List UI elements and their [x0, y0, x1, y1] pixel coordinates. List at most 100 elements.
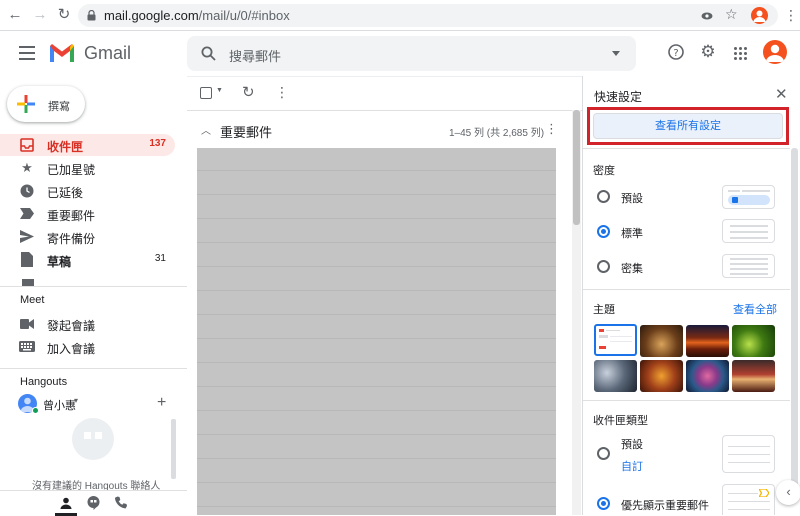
online-status-dot [32, 407, 39, 414]
theme-canyon-tile[interactable] [732, 360, 775, 392]
contacts-person-icon[interactable] [60, 497, 72, 509]
hangouts-chat-icon[interactable] [87, 496, 100, 510]
profile-avatar[interactable] [751, 7, 768, 24]
apps-grid-icon[interactable] [734, 47, 747, 60]
theme-autumn-tile[interactable] [640, 360, 683, 392]
sidebar-item-inbox[interactable]: 收件匣 137 [0, 134, 175, 156]
back-icon[interactable]: ← [6, 6, 24, 24]
theme-leaf-tile[interactable] [732, 325, 775, 357]
inbox-important-first-radio[interactable] [597, 497, 610, 510]
gmail-logo-icon[interactable] [48, 43, 76, 64]
important-marker-icon [759, 489, 769, 497]
hangouts-user-name[interactable]: 曾小惠 [43, 397, 76, 413]
hangouts-divider [0, 368, 187, 369]
theme-chess-tile[interactable] [640, 325, 683, 357]
compose-button[interactable]: 撰寫 [7, 86, 85, 122]
meet-join-meeting[interactable]: 加入會議 [0, 336, 175, 358]
theme-title: 主題 [593, 304, 615, 316]
important-section-header[interactable]: ︿ 重要郵件 1–45 列 (共 2,685 列) ⋮ [187, 116, 582, 144]
select-dropdown-icon[interactable]: ▼ [216, 87, 223, 94]
main-content: ▼ ↻ ⋮ ︿ 重要郵件 1–45 列 (共 2,685 列) ⋮ [187, 76, 582, 515]
search-icon[interactable] [201, 46, 216, 61]
more-labels-icon[interactable] [20, 279, 35, 286]
email-list-obscured[interactable] [197, 148, 556, 515]
quick-settings-scrollbar[interactable] [790, 148, 799, 515]
sidebar-item-label: 已延後 [47, 186, 84, 200]
meet-new-meeting[interactable]: 發起會議 [0, 313, 175, 335]
density-compact-preview[interactable] [722, 254, 775, 278]
inbox-default-label: 預設 [621, 439, 643, 451]
bookmark-star-icon[interactable]: ☆ [725, 6, 738, 23]
inbox-important-preview[interactable] [722, 484, 775, 515]
density-default-preview[interactable] [722, 185, 775, 209]
gmail-header: Gmail 搜尋郵件 ? ⚙ [0, 31, 800, 76]
meet-item-label: 發起會議 [47, 319, 96, 333]
browser-menu-icon[interactable]: ⋮ [782, 6, 800, 24]
theme-bubbles-tile[interactable] [594, 360, 637, 392]
inbox-customize-link[interactable]: 自訂 [621, 458, 643, 474]
settings-gear-icon[interactable]: ⚙ [697, 41, 719, 63]
search-options-icon[interactable] [612, 51, 620, 56]
sidebar-item-snoozed[interactable]: 已延後 [0, 180, 175, 202]
sidebar-item-sent[interactable]: 寄件備份 [0, 226, 175, 248]
compose-plus-icon [17, 95, 35, 113]
density-default-radio[interactable] [597, 190, 610, 203]
theme-default-tile[interactable] [594, 324, 637, 356]
more-actions-icon[interactable]: ⋮ [275, 84, 289, 101]
sidebar-item-label: 草稿 [47, 255, 72, 269]
sidebar-item-starred[interactable]: ★ 已加星號 [0, 157, 175, 179]
sidebar-scrollbar[interactable] [171, 419, 176, 479]
address-bar[interactable]: mail.google.com/mail/u/0/#inbox ☆ [78, 4, 778, 27]
list-toolbar: ▼ ↻ ⋮ [187, 76, 582, 110]
reload-icon[interactable]: ↻ [55, 6, 73, 24]
account-avatar[interactable] [763, 40, 787, 64]
scroll-thumb[interactable] [791, 148, 798, 488]
sidebar-item-important[interactable]: 重要郵件 [0, 203, 175, 225]
annotation-highlight-box [587, 107, 789, 145]
add-contact-icon[interactable]: + [157, 394, 166, 412]
inbox-default-radio[interactable] [597, 447, 610, 460]
collapse-chevron-icon[interactable]: ︿ [201, 122, 211, 137]
section-menu-icon[interactable]: ⋮ [545, 121, 558, 137]
density-standard-preview[interactable] [722, 219, 775, 243]
send-icon [20, 230, 34, 243]
search-bar[interactable]: 搜尋郵件 [187, 36, 636, 71]
help-icon[interactable]: ? [665, 41, 687, 63]
main-menu-icon[interactable] [19, 46, 35, 60]
sidebar-item-label: 寄件備份 [47, 232, 96, 246]
quick-settings-panel: 快速設定 ✕ 查看所有設定 密度 預設 標準 密集 主題 查看全部 收件匣類型 … [582, 76, 800, 515]
scroll-thumb[interactable] [573, 110, 580, 225]
hangouts-quote-icon [72, 418, 114, 460]
url-text: mail.google.com/mail/u/0/#inbox [104, 8, 290, 23]
theme-sunset-tile[interactable] [686, 325, 729, 357]
forward-icon[interactable]: → [31, 6, 49, 24]
draft-icon [21, 252, 33, 267]
collapse-panel-chevron-icon[interactable]: ‹ [776, 480, 800, 505]
inbox-default-preview[interactable] [722, 435, 775, 473]
video-icon [20, 319, 34, 329]
close-icon[interactable]: ✕ [775, 85, 788, 103]
eye-icon[interactable] [701, 10, 713, 22]
density-standard-radio[interactable] [597, 225, 610, 238]
compose-label: 撰寫 [48, 101, 70, 113]
quick-settings-title: 快速設定 [594, 90, 643, 104]
email-list-scrollbar[interactable] [572, 110, 581, 515]
gmail-wordmark: Gmail [84, 43, 132, 63]
meet-divider [0, 286, 187, 287]
sidebar-item-drafts[interactable]: 草稿 31 [0, 249, 175, 271]
density-compact-label: 密集 [621, 263, 643, 275]
refresh-icon[interactable]: ↻ [242, 83, 255, 101]
density-compact-radio[interactable] [597, 260, 610, 273]
url-domain: mail.google.com [104, 8, 199, 23]
select-all-checkbox[interactable] [200, 87, 212, 99]
phone-icon[interactable] [115, 496, 127, 509]
density-default-label: 預設 [621, 193, 643, 205]
svg-text:?: ? [673, 48, 678, 59]
keyboard-icon [19, 341, 35, 352]
status-dropdown-icon[interactable]: ▾ [74, 396, 78, 405]
theme-lights-tile[interactable] [686, 360, 729, 392]
star-icon: ★ [21, 160, 33, 175]
search-input[interactable]: 搜尋郵件 [229, 46, 281, 65]
theme-view-all-link[interactable]: 查看全部 [733, 301, 777, 317]
unread-count: 137 [149, 138, 166, 149]
